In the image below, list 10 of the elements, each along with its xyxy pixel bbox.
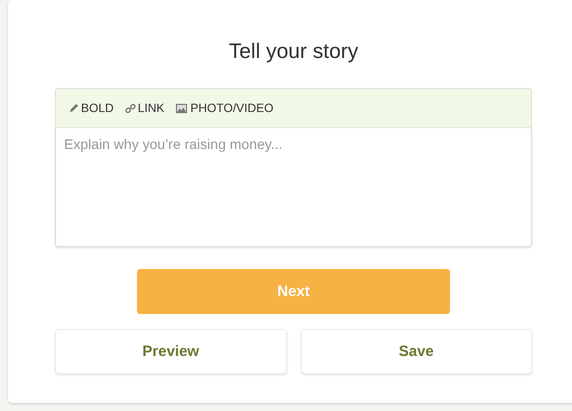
- pencil-icon: [68, 102, 79, 114]
- story-field[interactable]: Explain why you’re raising money...: [55, 128, 532, 247]
- link-icon: [124, 102, 136, 114]
- toolbar-button[interactable]: LINK: [124, 101, 164, 115]
- save-button[interactable]: Save: [300, 329, 532, 374]
- image-icon: [175, 102, 188, 114]
- preview-button[interactable]: Preview: [55, 329, 286, 374]
- page-title: Tell your story: [228, 40, 360, 64]
- toolbar-button[interactable]: PHOTO/VIDEO: [175, 101, 274, 115]
- toolbar-button[interactable]: BOLD: [68, 101, 114, 115]
